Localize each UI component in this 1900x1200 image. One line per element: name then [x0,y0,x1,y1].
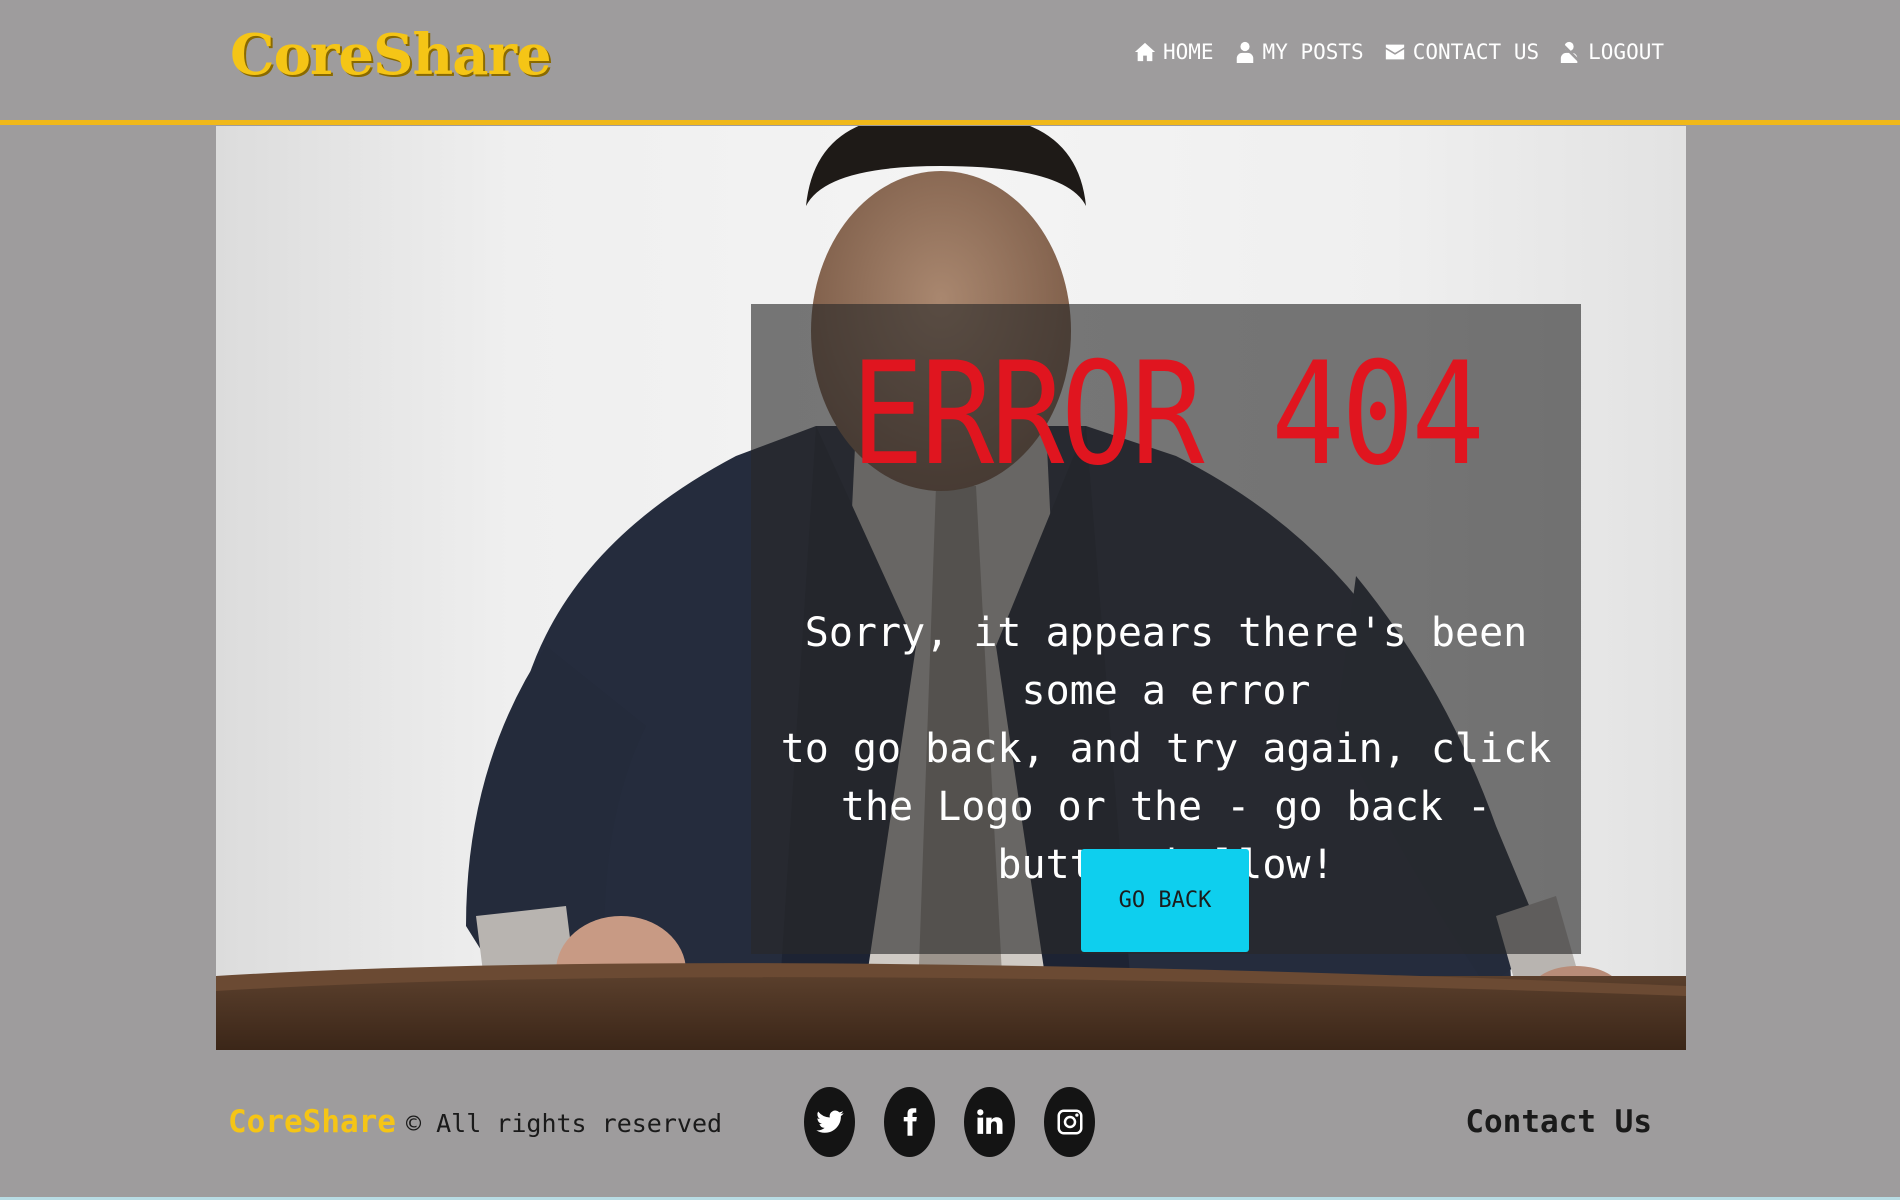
instagram-link[interactable] [1044,1087,1095,1157]
hero-banner: ERROR 404 Sorry, it appears there's been… [216,126,1686,1050]
user-icon [1236,41,1253,63]
site-logo[interactable]: CoreShare [230,22,552,88]
error-title: ERROR 404 [850,332,1485,497]
main-nav: HOME MY POSTS CONTACT US LOGOUT [1134,40,1664,64]
footer-copyright: CoreShare © All rights reserved [228,1104,722,1140]
footer-contact-link[interactable]: Contact Us [1465,1104,1652,1140]
nav-logout-label: LOGOUT [1588,40,1664,64]
footer-brand: CoreShare [228,1104,396,1140]
facebook-icon [903,1108,917,1136]
footer-copyright-text: © All rights reserved [405,1109,723,1138]
error-panel: ERROR 404 Sorry, it appears there's been… [751,304,1581,954]
linkedin-icon [976,1109,1002,1134]
social-links [804,1087,1095,1157]
user-logout-icon [1560,41,1581,63]
home-icon [1134,42,1156,62]
twitter-link[interactable] [804,1087,855,1157]
twitter-icon [815,1110,844,1133]
nav-my-posts[interactable]: MY POSTS [1234,40,1364,64]
nav-logout[interactable]: LOGOUT [1559,40,1664,64]
go-back-button[interactable]: GO BACK [1081,849,1249,952]
error-message-line-1: Sorry, it appears there's been some a er… [804,610,1528,714]
instagram-icon [1057,1109,1082,1135]
nav-my-posts-label: MY POSTS [1262,40,1364,64]
nav-contact-us-label: CONTACT US [1412,40,1540,64]
site-footer: CoreShare © All rights reserved Contact … [0,1050,1900,1200]
nav-contact-us[interactable]: CONTACT US [1384,40,1539,64]
nav-home-label: HOME [1162,40,1214,64]
nav-home[interactable]: HOME [1134,40,1214,64]
linkedin-link[interactable] [964,1087,1015,1157]
site-header: CoreShare HOME MY POSTS CONTACT US LOGOU… [0,0,1900,125]
envelope-icon [1385,44,1404,60]
facebook-link[interactable] [884,1087,935,1157]
